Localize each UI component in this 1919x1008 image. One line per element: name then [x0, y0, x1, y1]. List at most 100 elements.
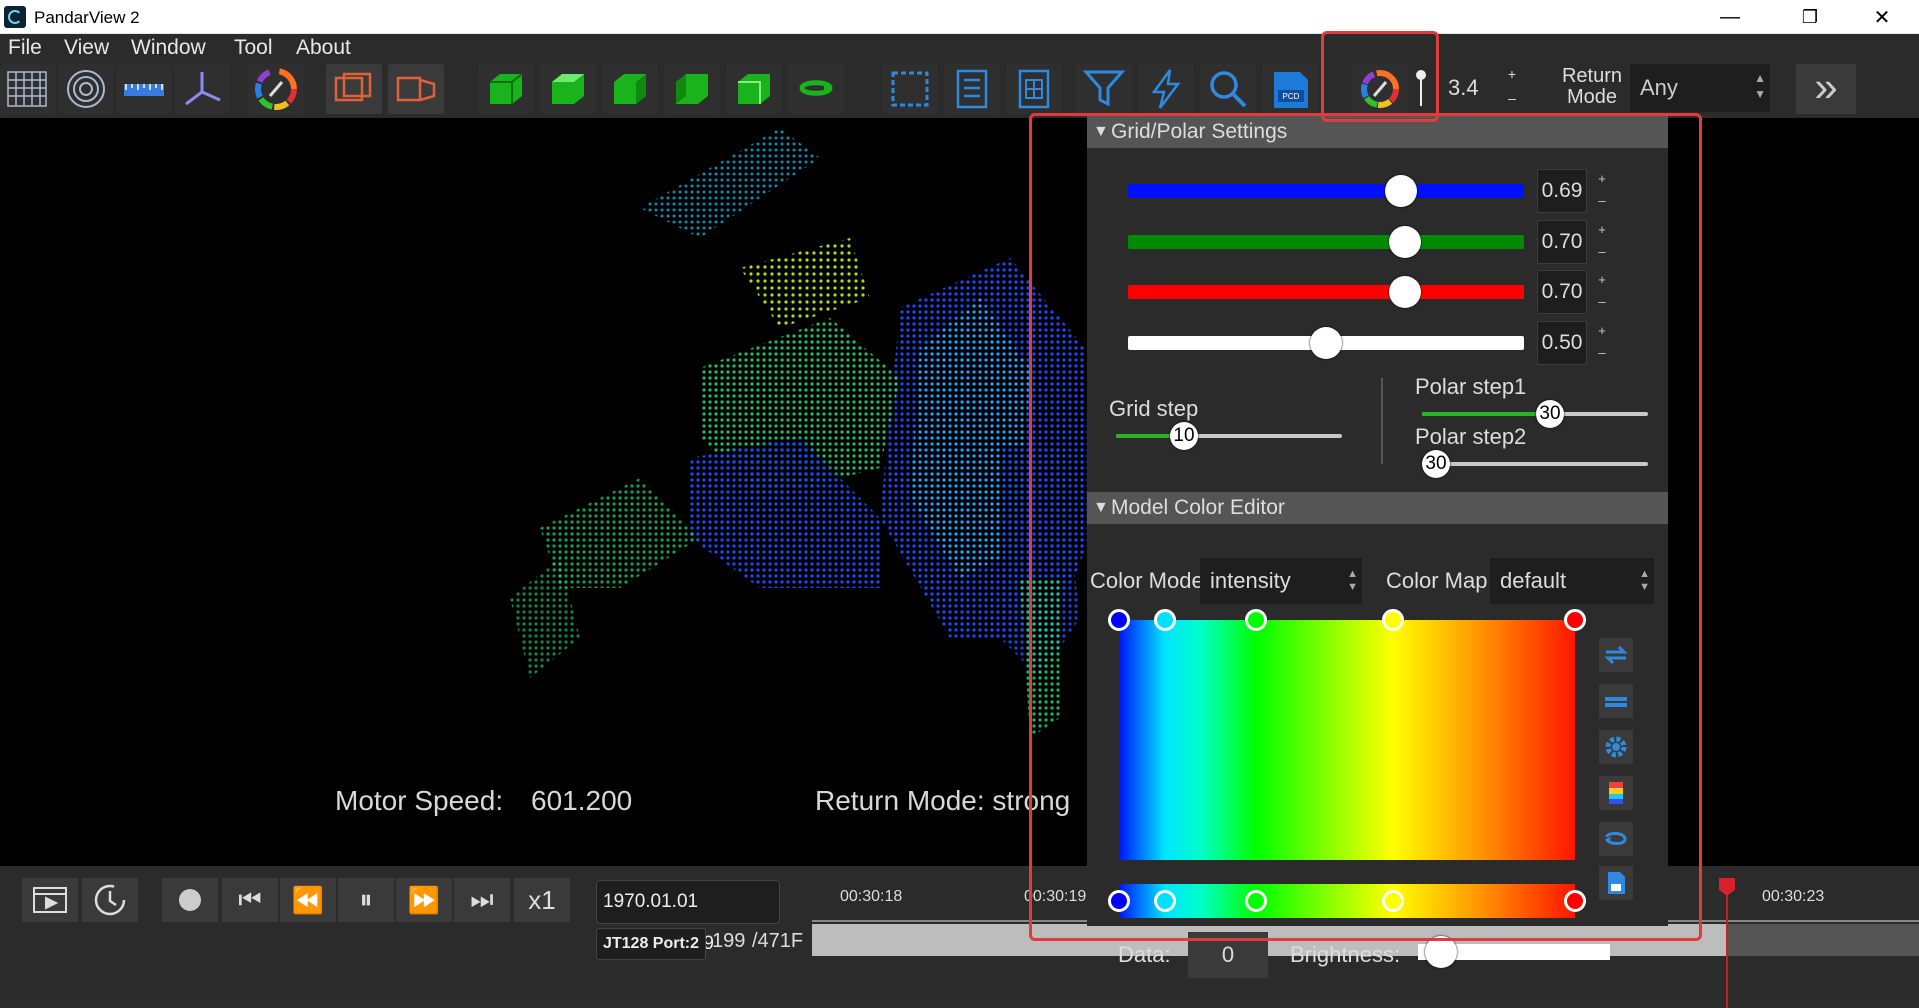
playhead-line	[1726, 880, 1728, 1008]
polar-step1-knob[interactable]: 30	[1536, 400, 1564, 428]
decrement-button[interactable]: –	[1594, 191, 1610, 211]
color-map-select[interactable]: default ▲ ▼	[1490, 558, 1654, 604]
table-button[interactable]	[1006, 64, 1062, 114]
ruler-button[interactable]	[116, 64, 172, 114]
menu-file[interactable]: File	[8, 34, 42, 62]
equalize-button[interactable]	[1599, 684, 1633, 718]
menu-about[interactable]: About	[296, 34, 351, 62]
color-gradient-bar[interactable]	[1119, 884, 1575, 918]
camera-front-button[interactable]	[326, 64, 382, 114]
decrement-button[interactable]: –	[1594, 343, 1610, 363]
grid-slider-knob[interactable]	[1389, 226, 1422, 258]
view-right-button[interactable]	[664, 64, 720, 114]
grid-slider-knob[interactable]	[1310, 327, 1342, 359]
decrement-button[interactable]: –	[1594, 292, 1610, 312]
grid-toggle-button[interactable]	[0, 64, 56, 114]
gradient-stop-handle[interactable]	[1564, 890, 1586, 912]
record-button[interactable]	[162, 878, 218, 922]
document-list-icon	[956, 69, 988, 109]
rewind-button[interactable]: ⏪	[280, 878, 336, 922]
select-region-button[interactable]	[882, 64, 938, 114]
flash-button[interactable]	[1138, 64, 1194, 114]
swap-colors-button[interactable]	[1599, 638, 1633, 672]
grid-slider-track[interactable]	[1128, 184, 1524, 198]
camera-side-button[interactable]	[388, 64, 444, 114]
increment-button[interactable]: +	[1594, 270, 1610, 290]
list-button[interactable]	[944, 64, 1000, 114]
skip-end-button[interactable]: ⏭	[454, 878, 510, 922]
close-button[interactable]: ✕	[1852, 0, 1912, 34]
view-front-button[interactable]	[478, 64, 534, 114]
port-tag: JT128 Port:2	[596, 928, 706, 960]
export-button[interactable]	[1599, 866, 1633, 900]
palette-button[interactable]	[1599, 776, 1633, 810]
gradient-stop-handle[interactable]	[1244, 890, 1267, 912]
grid-slider-value[interactable]: 0.50	[1537, 321, 1587, 365]
increment-button[interactable]: +	[1594, 169, 1610, 189]
restore-button[interactable]: ❐	[1780, 0, 1840, 34]
skip-end-icon: ⏭	[470, 884, 494, 914]
grid-polar-header[interactable]: ▼ Grid/Polar Settings	[1087, 116, 1668, 148]
grid-slider-value[interactable]: 0.69	[1537, 169, 1587, 213]
brightness-knob[interactable]	[1425, 936, 1458, 968]
point-color-button[interactable]	[1352, 64, 1408, 114]
increment-button[interactable]: +	[1594, 321, 1610, 341]
swap-icon	[1604, 645, 1628, 665]
point-size-field[interactable]: 3.4	[1440, 66, 1502, 110]
grid-polar-title: Grid/Polar Settings	[1111, 120, 1288, 143]
view-back-button[interactable]	[726, 64, 782, 114]
gradient-stop-handle[interactable]	[1381, 890, 1404, 912]
polar-step2-knob[interactable]: 30	[1422, 450, 1450, 478]
playback-speed-button[interactable]: x1	[514, 878, 570, 922]
view-top-button[interactable]	[540, 64, 596, 114]
grid-slider-knob[interactable]	[1385, 175, 1418, 207]
timestamp-field[interactable]: 1970.01.01 00:30:22.689	[596, 880, 780, 954]
menu-tool[interactable]: Tool	[234, 34, 273, 62]
return-mode-select[interactable]: Any ▲ ▼	[1630, 64, 1770, 112]
gradient-stop-handle[interactable]	[1381, 609, 1404, 631]
history-button[interactable]	[82, 878, 138, 922]
color-gradient-preview[interactable]	[1119, 620, 1575, 860]
pause-button[interactable]: ⏸	[338, 878, 394, 922]
gradient-stop-handle[interactable]	[1564, 609, 1586, 631]
frame-total: /471F	[752, 930, 804, 952]
grid-slider-track[interactable]	[1128, 285, 1524, 299]
model-color-header[interactable]: ▼ Model Color Editor	[1087, 492, 1668, 524]
menu-window[interactable]: Window	[131, 34, 206, 62]
grid-slider-value[interactable]: 0.70	[1537, 220, 1587, 264]
axis-icon	[185, 72, 221, 106]
rotate-view-button[interactable]	[788, 64, 844, 114]
view-left-button[interactable]	[602, 64, 658, 114]
axis-button[interactable]	[174, 64, 230, 114]
increment-button[interactable]: +	[1594, 220, 1610, 240]
gradient-stop-handle[interactable]	[1244, 609, 1267, 631]
return-mode-value: Any	[1640, 75, 1678, 100]
save-pcd-button[interactable]: PCD	[1262, 64, 1318, 114]
grid-slider-value[interactable]: 0.70	[1537, 270, 1587, 314]
skip-start-button[interactable]: ⏮	[222, 878, 278, 922]
video-mode-button[interactable]	[22, 878, 78, 922]
polar-toggle-button[interactable]	[58, 64, 114, 114]
fast-forward-button[interactable]: ⏩	[396, 878, 452, 922]
grid-slider-knob[interactable]	[1389, 276, 1422, 308]
menu-view[interactable]: View	[64, 34, 109, 62]
gradient-stop-handle[interactable]	[1153, 609, 1176, 631]
polar-step2-track[interactable]	[1422, 462, 1648, 466]
gradient-stop-handle[interactable]	[1153, 890, 1176, 912]
color-wheel-icon	[255, 68, 297, 110]
more-tools-button[interactable]: »	[1796, 64, 1856, 114]
gradient-stop-handle[interactable]	[1108, 609, 1130, 631]
search-button[interactable]	[1200, 64, 1256, 114]
decrement-button[interactable]: –	[1594, 242, 1610, 262]
filter-button[interactable]	[1076, 64, 1132, 114]
color-mode-select[interactable]: intensity ▲ ▼	[1200, 558, 1362, 604]
grid-slider-track[interactable]	[1128, 235, 1524, 249]
color-wheel-button[interactable]	[248, 64, 304, 114]
minimize-button[interactable]: —	[1700, 0, 1760, 34]
settings-button[interactable]	[1599, 730, 1633, 764]
reset-button[interactable]	[1599, 822, 1633, 856]
gradient-stop-handle[interactable]	[1108, 890, 1130, 912]
grid-step-knob[interactable]: 10	[1170, 422, 1198, 450]
brightness-label: Brightness:	[1290, 942, 1401, 967]
data-value-field[interactable]: 0	[1188, 932, 1268, 978]
